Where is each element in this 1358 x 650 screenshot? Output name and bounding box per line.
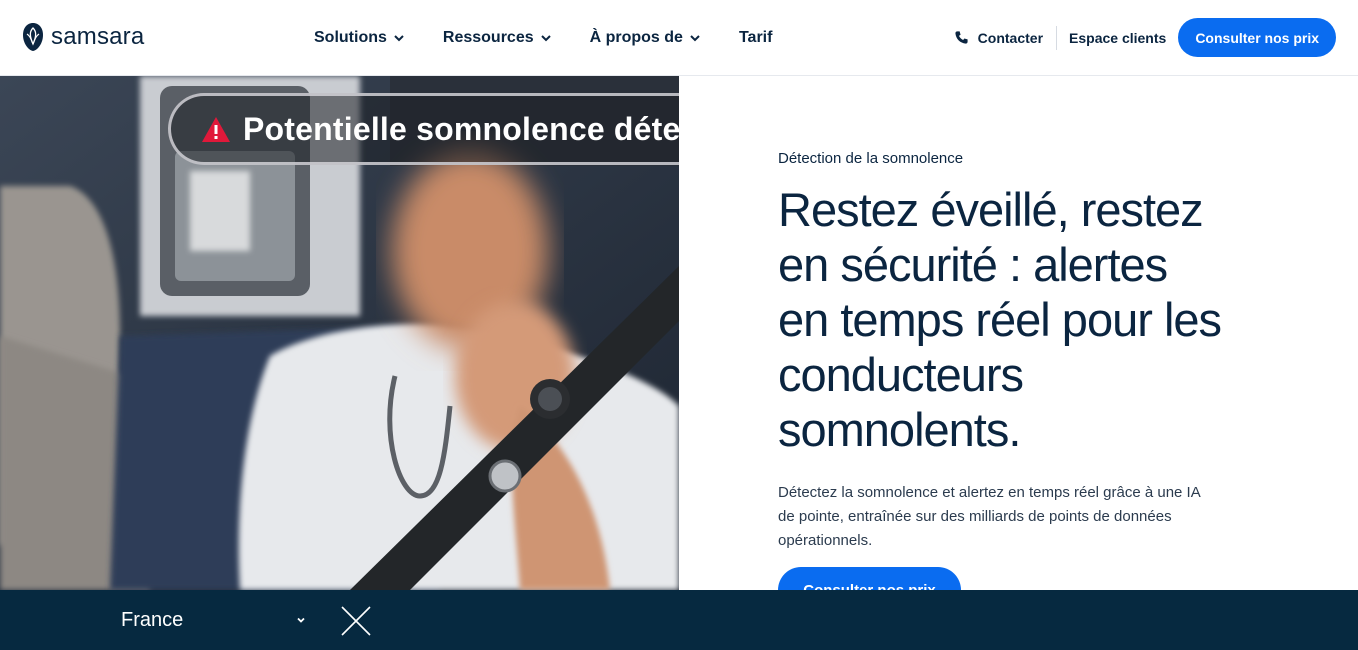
nav-item-ressources[interactable]: Ressources [443, 27, 552, 49]
alert-text: Potentielle somnolence déte [243, 110, 679, 147]
hero-description: Détectez la somnolence et alertez en tem… [778, 484, 1200, 549]
chevron-down-icon [690, 35, 700, 42]
drowsiness-alert-banner: Potentielle somnolence déte [168, 93, 679, 165]
nav-item-label: Solutions [314, 29, 387, 46]
nav-item-a-propos[interactable]: À propos de [590, 27, 701, 49]
hero-headline: Restez éveillé, restez en sécurité : ale… [778, 183, 1222, 456]
brand-name: samsara [51, 23, 145, 50]
chevron-down-icon [540, 35, 551, 42]
hero-video-still: Potentielle somnolence déte [0, 76, 679, 590]
close-icon[interactable] [340, 605, 372, 637]
hero-content: Détection de la somnolence Restez éveill… [778, 150, 1248, 553]
nav-item-label: Ressources [442, 29, 534, 46]
nav-item-solutions[interactable]: Solutions [314, 27, 405, 49]
client-area-link[interactable]: Espace clients [1069, 30, 1166, 46]
nav-item-tarif[interactable]: Tarif [739, 27, 772, 49]
nav-item-label: À propos de [589, 29, 683, 46]
main-nav: Solutions Ressources À propos de Tarif [314, 27, 810, 49]
locale-bar: France [0, 590, 1358, 650]
site-header: samsara Solutions Ressources À propos de… [0, 0, 1358, 76]
header-actions: Contacter Espace clients Consulter nos p… [954, 18, 1336, 57]
samsara-logo[interactable]: samsara [22, 22, 144, 52]
country-select[interactable]: France [121, 607, 306, 633]
phone-icon [955, 31, 968, 44]
samsara-logo-icon [23, 23, 43, 51]
chevron-down-icon [394, 35, 404, 42]
nav-item-label: Tarif [738, 29, 773, 46]
contact-link[interactable]: Contacter [954, 25, 1058, 50]
eyebrow-label: Détection de la somnolence [778, 150, 964, 167]
country-select-value: France [121, 608, 184, 631]
contact-label: Contacter [977, 29, 1044, 46]
warning-icon [202, 116, 230, 142]
chevron-down-icon [297, 617, 305, 623]
pricing-button-header[interactable]: Consulter nos prix [1178, 18, 1336, 57]
